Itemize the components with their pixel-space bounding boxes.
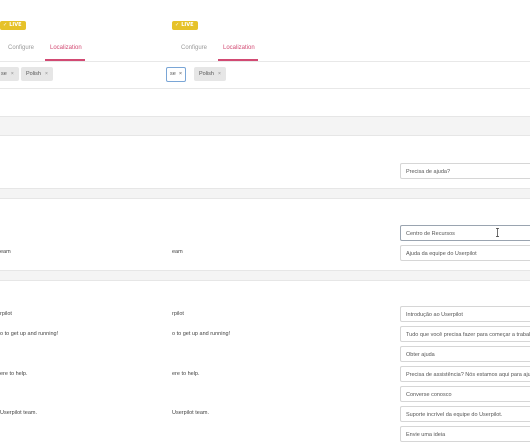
language-chip-label: se <box>170 71 176 77</box>
source-text: rpilot <box>0 311 12 317</box>
language-chip[interactable]: Polish × <box>194 67 226 81</box>
language-chip[interactable]: Polish × <box>21 67 53 81</box>
source-text: o to get up and running! <box>0 331 59 337</box>
live-badge-label: LIVE <box>181 22 194 28</box>
check-icon: ✓ <box>175 22 180 28</box>
text-cursor-icon <box>496 228 499 237</box>
close-icon[interactable]: × <box>11 67 14 81</box>
source-text: eam <box>172 249 183 255</box>
source-text: ere to help. <box>0 371 28 377</box>
translation-input[interactable]: Precisa de assistência? Nós estamos aqui… <box>400 366 530 382</box>
language-chip-selected[interactable]: se × <box>166 67 187 82</box>
tab-localization[interactable]: Localization <box>50 45 82 51</box>
live-badge-label: LIVE <box>9 22 22 28</box>
source-text: rpilot <box>172 311 184 317</box>
source-text: ere to help. <box>172 371 200 377</box>
section-header-band <box>0 188 530 199</box>
live-badge: ✓ LIVE <box>172 21 198 30</box>
tab-localization[interactable]: Localization <box>223 45 255 51</box>
language-chip-label: Polish <box>199 71 214 77</box>
language-chip-label: se <box>1 71 7 77</box>
source-text: Userpilot team. <box>0 410 37 416</box>
source-text: Userpilot team. <box>172 410 209 416</box>
translation-input[interactable]: Suporte incrível da equipe do Userpilot. <box>400 406 530 422</box>
live-badge: ✓ LIVE <box>0 21 26 30</box>
section-divider <box>0 88 530 89</box>
check-icon: ✓ <box>3 22 8 28</box>
tabs-divider <box>0 61 530 62</box>
language-chip-label: Polish <box>26 71 41 77</box>
section-header-band <box>0 270 530 281</box>
translation-input[interactable]: Envie uma ideia <box>400 426 530 442</box>
translation-input[interactable]: Precisa de ajuda? <box>400 163 530 179</box>
translation-input[interactable]: Tudo que você precisa fazer para começar… <box>400 326 530 342</box>
section-header-band <box>0 116 530 136</box>
translation-input[interactable]: Converse conosco <box>400 386 530 402</box>
language-chip[interactable]: se × <box>0 67 19 81</box>
translation-input[interactable]: Obter ajuda <box>400 346 530 362</box>
translation-input[interactable]: Centro de Recursos <box>400 225 530 241</box>
tab-configure[interactable]: Configure <box>8 45 34 51</box>
close-icon[interactable]: × <box>218 67 221 81</box>
translation-input[interactable]: Introdução ao Userpilot <box>400 306 530 322</box>
source-text: o to get up and running! <box>172 331 231 337</box>
close-icon[interactable]: × <box>45 67 48 81</box>
source-text: eam <box>0 249 11 255</box>
close-icon[interactable]: × <box>179 68 182 81</box>
translation-input[interactable]: Ajuda da equipe do Userpilot <box>400 245 530 261</box>
tab-configure[interactable]: Configure <box>181 45 207 51</box>
